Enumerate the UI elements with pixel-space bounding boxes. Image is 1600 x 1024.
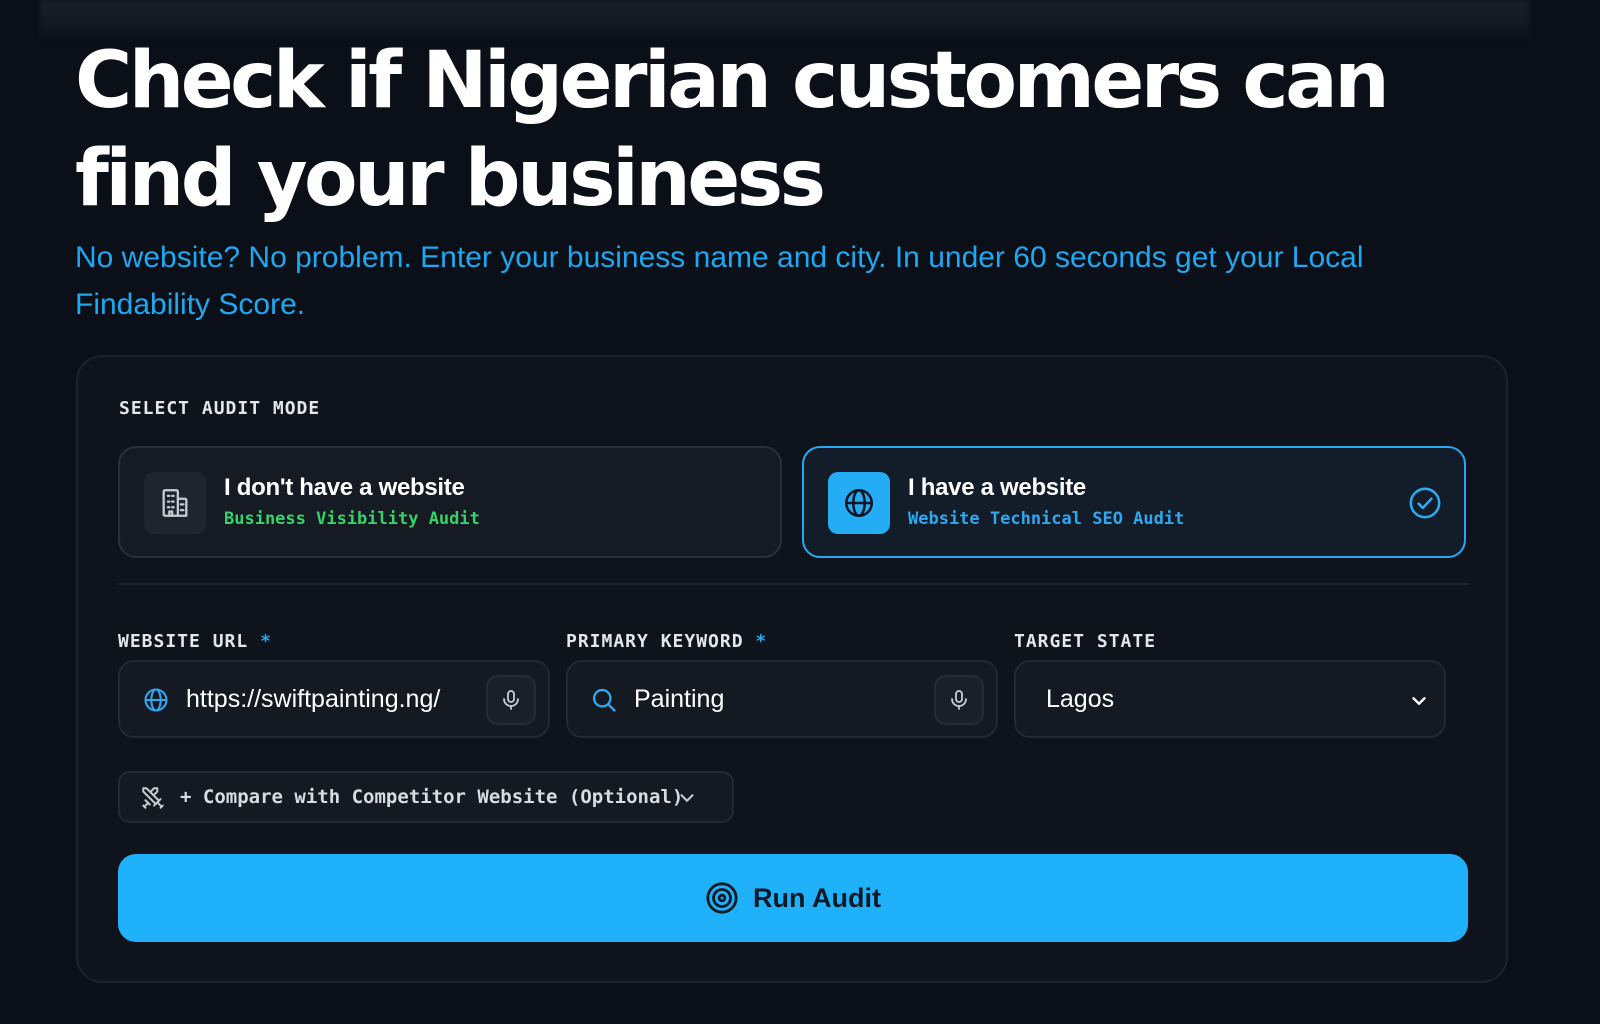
search-icon: [592, 688, 616, 712]
website-url-label: WEBSITE URL *: [118, 631, 272, 652]
crossed-swords-icon: [142, 787, 164, 809]
building-icon: [144, 472, 206, 534]
mode-description: Website Technical SEO Audit: [908, 509, 1185, 529]
divider: [118, 583, 1468, 585]
mode-description: Business Visibility Audit: [224, 509, 480, 529]
compare-competitor-label: + Compare with Competitor Website (Optio…: [180, 786, 684, 808]
website-url-value: https://swiftpainting.ng/: [186, 685, 441, 713]
target-icon: [706, 882, 738, 914]
target-state-select[interactable]: Lagos: [1014, 660, 1446, 738]
microphone-icon: [503, 690, 519, 710]
audit-mode-label: SELECT AUDIT MODE: [119, 398, 321, 419]
microphone-icon: [951, 690, 967, 710]
mode-option-have-website[interactable]: I have a website Website Technical SEO A…: [802, 446, 1466, 558]
mode-title: I have a website: [908, 474, 1086, 501]
mode-title: I don't have a website: [224, 474, 465, 501]
run-audit-label: Run Audit: [753, 882, 881, 913]
page-title: Check if Nigerian customers can find you…: [75, 36, 1390, 224]
primary-keyword-value: Painting: [634, 685, 725, 713]
website-url-input[interactable]: https://swiftpainting.ng/: [118, 660, 550, 738]
chevron-down-icon: [680, 794, 694, 802]
check-circle-icon: [1409, 487, 1441, 519]
target-state-label: TARGET STATE: [1014, 631, 1157, 652]
mode-option-no-website[interactable]: I don't have a website Business Visibili…: [118, 446, 782, 558]
globe-icon: [828, 472, 890, 534]
run-audit-button[interactable]: Run Audit: [118, 854, 1468, 942]
page-subtitle: No website? No problem. Enter your busin…: [75, 241, 1364, 321]
voice-input-button[interactable]: [486, 675, 536, 725]
audit-form-panel: SELECT AUDIT MODE I don't have a website…: [76, 355, 1508, 983]
voice-input-button[interactable]: [934, 675, 984, 725]
primary-keyword-label: PRIMARY KEYWORD *: [566, 631, 768, 652]
primary-keyword-input[interactable]: Painting: [566, 660, 998, 738]
target-state-value: Lagos: [1046, 685, 1115, 713]
compare-competitor-toggle[interactable]: + Compare with Competitor Website (Optio…: [118, 771, 734, 823]
chevron-down-icon: [1412, 697, 1426, 705]
globe-icon: [144, 688, 168, 712]
